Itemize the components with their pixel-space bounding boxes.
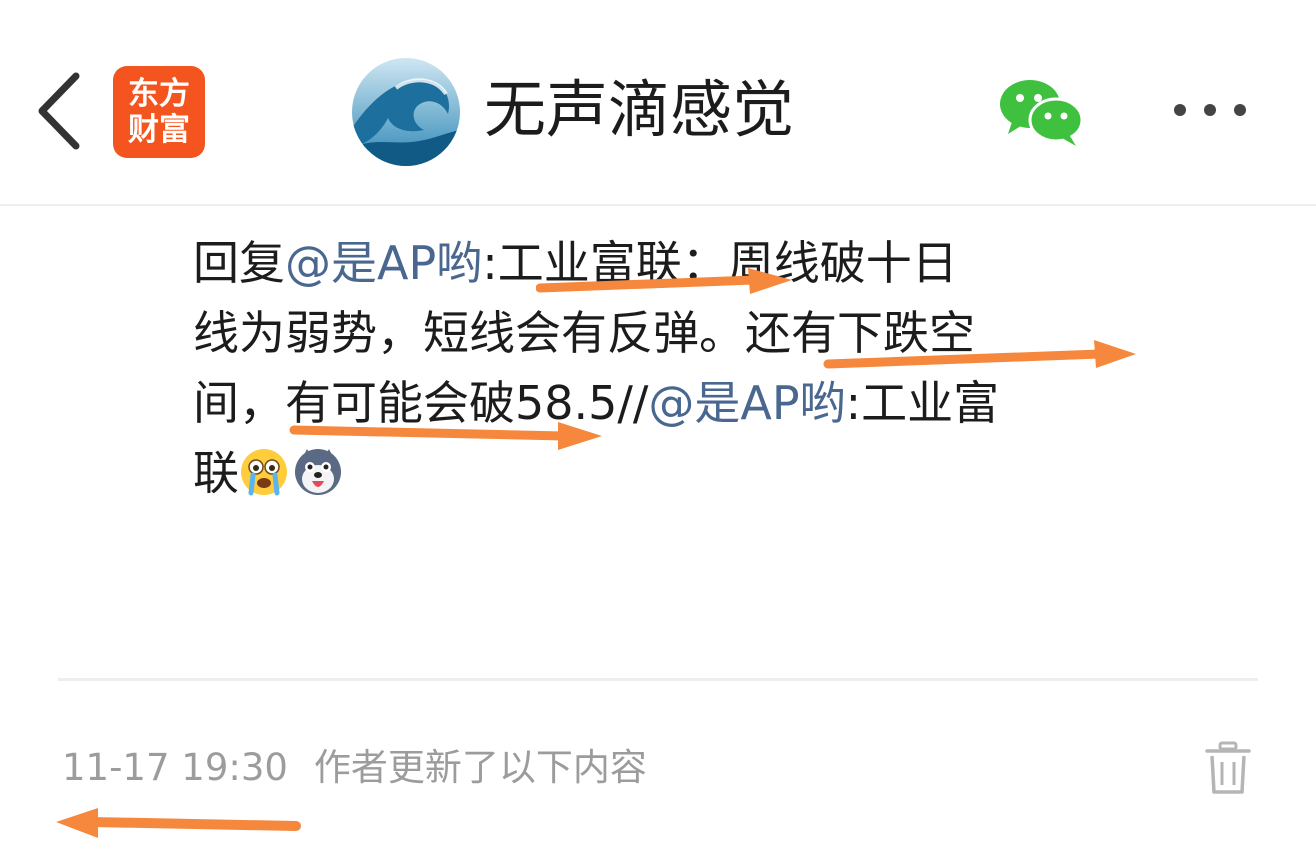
mention-link[interactable]: @是AP哟	[285, 236, 482, 290]
annotation-arrow	[56, 808, 301, 838]
app-logo-line2: 财富	[128, 112, 190, 148]
top-bar: 东方 财富 无声滴感觉	[0, 0, 1316, 206]
more-options-icon[interactable]	[1168, 90, 1252, 130]
annotation-arrow	[536, 268, 792, 294]
app-logo-line1: 东方	[128, 76, 190, 112]
annotation-arrow	[823, 340, 1136, 369]
annotation-arrow	[289, 422, 602, 450]
avatar[interactable]	[352, 58, 460, 166]
app-logo[interactable]: 东方 财富	[113, 66, 205, 158]
back-chevron-icon[interactable]	[34, 70, 86, 152]
mention-link[interactable]: @是AP哟	[648, 376, 845, 430]
page-title: 无声滴感觉	[484, 73, 795, 146]
trash-icon[interactable]	[1204, 740, 1252, 796]
update-time: 11-17 19:30	[62, 746, 288, 789]
update-info: 11-17 19:30 作者更新了以下内容	[62, 738, 647, 798]
wechat-icon[interactable]	[996, 78, 1086, 148]
husky-dog-emoji	[295, 449, 341, 495]
crying-face-emoji	[241, 449, 287, 496]
update-label: 作者更新了以下内容	[313, 746, 647, 789]
divider	[58, 678, 1258, 681]
